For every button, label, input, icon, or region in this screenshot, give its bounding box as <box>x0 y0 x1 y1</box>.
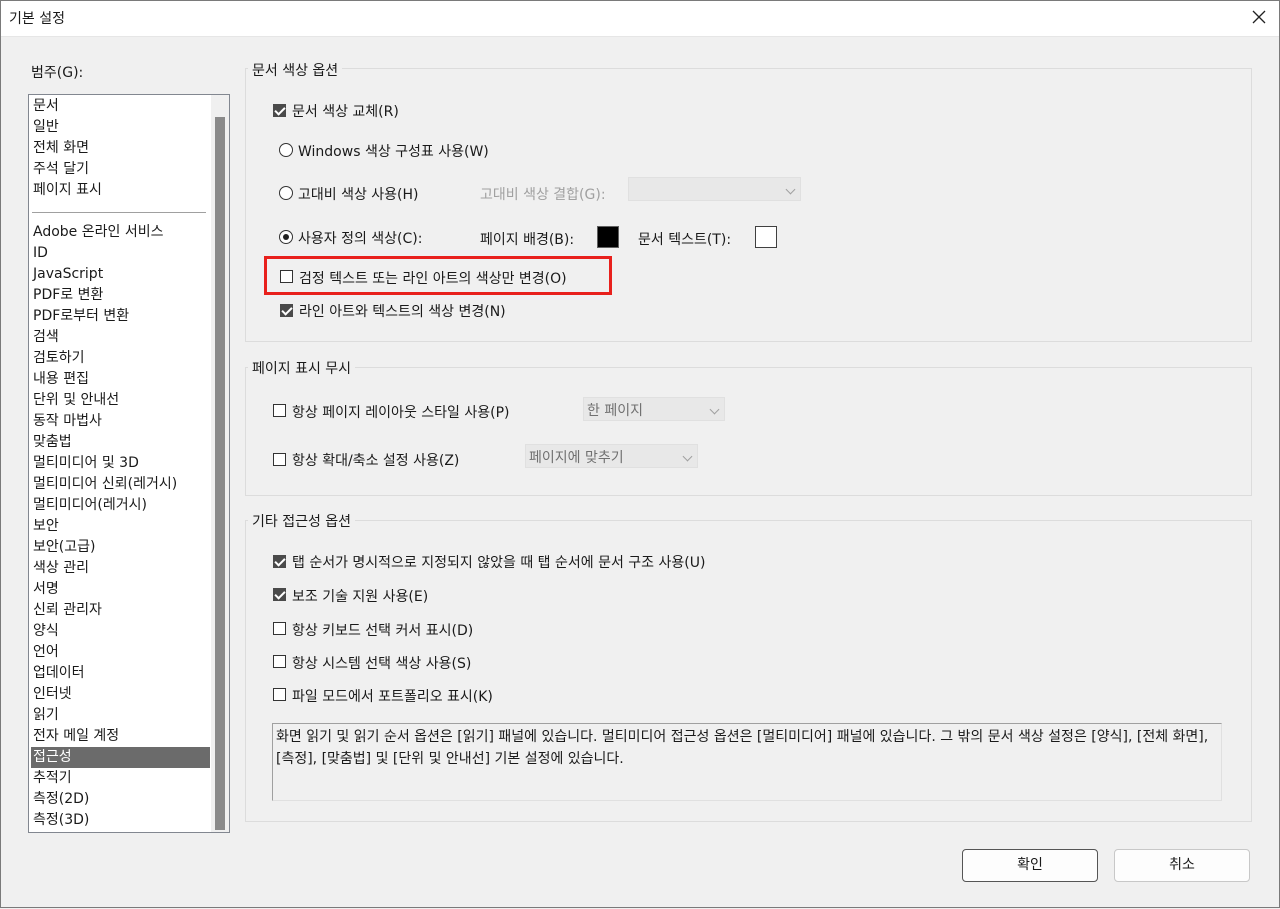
high-contrast-combo-label: 고대비 색상 결합(G): <box>480 187 606 203</box>
accessibility-note: 화면 읽기 및 읽기 순서 옵션은 [읽기] 패널에 있습니다. 멀티미디어 접… <box>272 723 1222 801</box>
ok-button[interactable]: 확인 <box>962 849 1098 882</box>
chevron-down-icon <box>785 184 796 195</box>
page-bg-label: 페이지 배경(B): <box>480 232 575 248</box>
keyboard-cursor-checkbox[interactable] <box>273 622 286 635</box>
tab-order-label: 탭 순서가 명시적으로 지정되지 않았을 때 탭 순서에 문서 구조 사용(U) <box>292 555 706 571</box>
tab-order-checkbox[interactable] <box>273 555 286 568</box>
category-label: 범주(G): <box>31 65 84 81</box>
category-item[interactable]: 색상 관리 <box>31 558 210 579</box>
close-icon <box>1252 10 1266 24</box>
windows-scheme-label: Windows 색상 구성표 사용(W) <box>298 144 489 160</box>
category-item[interactable]: Adobe 온라인 서비스 <box>31 222 210 243</box>
layout-style-combo[interactable]: 한 페이지 <box>583 397 725 421</box>
layout-style-checkbox[interactable] <box>273 404 286 417</box>
category-item[interactable]: 보안(고급) <box>31 537 210 558</box>
high-contrast-label: 고대비 색상 사용(H) <box>298 187 419 203</box>
system-selection-color-label: 항상 시스템 선택 색상 사용(S) <box>292 656 472 672</box>
close-button[interactable] <box>1246 4 1272 30</box>
category-item[interactable]: 언어 <box>31 642 210 663</box>
category-item[interactable]: 신뢰 관리자 <box>31 600 210 621</box>
category-item[interactable]: PDF로 변환 <box>31 285 210 306</box>
category-item[interactable]: PDF로부터 변환 <box>31 306 210 327</box>
layout-style-value: 한 페이지 <box>587 403 643 419</box>
assistive-tech-label: 보조 기술 지원 사용(E) <box>292 589 429 605</box>
category-item[interactable]: 검토하기 <box>31 348 210 369</box>
chevron-down-icon <box>682 451 693 462</box>
category-item[interactable]: 멀티미디어(레거시) <box>31 495 210 516</box>
other-group-title: 기타 접근성 옵션 <box>248 511 356 531</box>
override-group <box>245 367 1252 496</box>
category-item[interactable]: 주석 달기 <box>31 159 210 180</box>
layout-style-label: 항상 페이지 레이아웃 스타일 사용(P) <box>292 405 510 421</box>
replace-colors-checkbox[interactable] <box>273 104 286 117</box>
doc-text-label: 문서 텍스트(T): <box>638 232 732 248</box>
line-art-label: 라인 아트와 텍스트의 색상 변경(N) <box>299 304 506 320</box>
category-item[interactable]: 인터넷 <box>31 684 210 705</box>
custom-color-radio[interactable] <box>279 230 293 244</box>
window-title: 기본 설정 <box>9 11 65 27</box>
category-scrollbar[interactable] <box>211 95 229 832</box>
category-item[interactable]: 측정(2D) <box>31 789 210 810</box>
category-item[interactable]: 일반 <box>31 117 210 138</box>
windows-scheme-radio[interactable] <box>279 143 293 157</box>
category-item[interactable]: 동작 마법사 <box>31 411 210 432</box>
category-item[interactable]: 측정(3D) <box>31 810 210 831</box>
keyboard-cursor-label: 항상 키보드 선택 커서 표시(D) <box>292 623 474 639</box>
category-item[interactable]: 멀티미디어 및 3D <box>31 453 210 474</box>
replace-colors-label: 문서 색상 교체(R) <box>292 104 399 120</box>
category-item[interactable]: 업데이터 <box>31 663 210 684</box>
category-item[interactable]: 문서 <box>31 96 210 117</box>
high-contrast-radio[interactable] <box>279 186 293 200</box>
category-item[interactable]: ID <box>31 243 210 264</box>
category-separator <box>32 212 206 213</box>
cancel-button[interactable]: 취소 <box>1114 849 1250 882</box>
category-item[interactable]: 추적기 <box>31 768 210 789</box>
category-item[interactable]: 멀티미디어 신뢰(레거시) <box>31 474 210 495</box>
doc-color-group-title: 문서 색상 옵션 <box>248 60 343 80</box>
page-bg-swatch[interactable] <box>597 226 619 248</box>
zoom-setting-combo[interactable]: 페이지에 맞추기 <box>525 444 698 468</box>
category-scrollbar-thumb[interactable] <box>215 117 225 830</box>
category-item[interactable]: 전자 메일 계정 <box>31 726 210 747</box>
zoom-setting-label: 항상 확대/축소 설정 사용(Z) <box>292 453 460 469</box>
category-item[interactable]: 단위 및 안내선 <box>31 390 210 411</box>
doc-text-swatch[interactable] <box>755 226 777 248</box>
category-item[interactable]: 서명 <box>31 579 210 600</box>
assistive-tech-checkbox[interactable] <box>273 588 286 601</box>
line-art-checkbox[interactable] <box>280 304 293 317</box>
category-item[interactable]: JavaScript <box>31 264 210 285</box>
portfolio-label: 파일 모드에서 포트폴리오 표시(K) <box>292 689 493 705</box>
zoom-setting-checkbox[interactable] <box>273 453 286 466</box>
category-item[interactable]: 페이지 표시 <box>31 180 210 201</box>
category-list[interactable]: 문서 일반 전체 화면 주석 달기 페이지 표시 Adobe 온라인 서비스 ID JavaS… <box>28 94 230 833</box>
category-item[interactable]: 내용 편집 <box>31 369 210 390</box>
zoom-setting-value: 페이지에 맞추기 <box>529 450 624 466</box>
portfolio-checkbox[interactable] <box>273 688 286 701</box>
custom-color-label: 사용자 정의 색상(C): <box>298 231 423 247</box>
high-contrast-combo[interactable] <box>628 177 801 201</box>
category-item[interactable]: 검색 <box>31 327 210 348</box>
title-bar: 기본 설정 <box>0 0 1280 36</box>
category-item[interactable]: 보안 <box>31 516 210 537</box>
red-highlight-box <box>264 256 612 295</box>
category-item[interactable]: 읽기 <box>31 705 210 726</box>
system-selection-color-checkbox[interactable] <box>273 655 286 668</box>
override-group-title: 페이지 표시 무시 <box>248 358 356 378</box>
category-item[interactable]: 접근성 <box>31 747 210 768</box>
category-item[interactable]: 전체 화면 <box>31 138 210 159</box>
category-item[interactable]: 양식 <box>31 621 210 642</box>
chevron-down-icon <box>709 404 720 415</box>
category-item[interactable]: 맞춤법 <box>31 432 210 453</box>
